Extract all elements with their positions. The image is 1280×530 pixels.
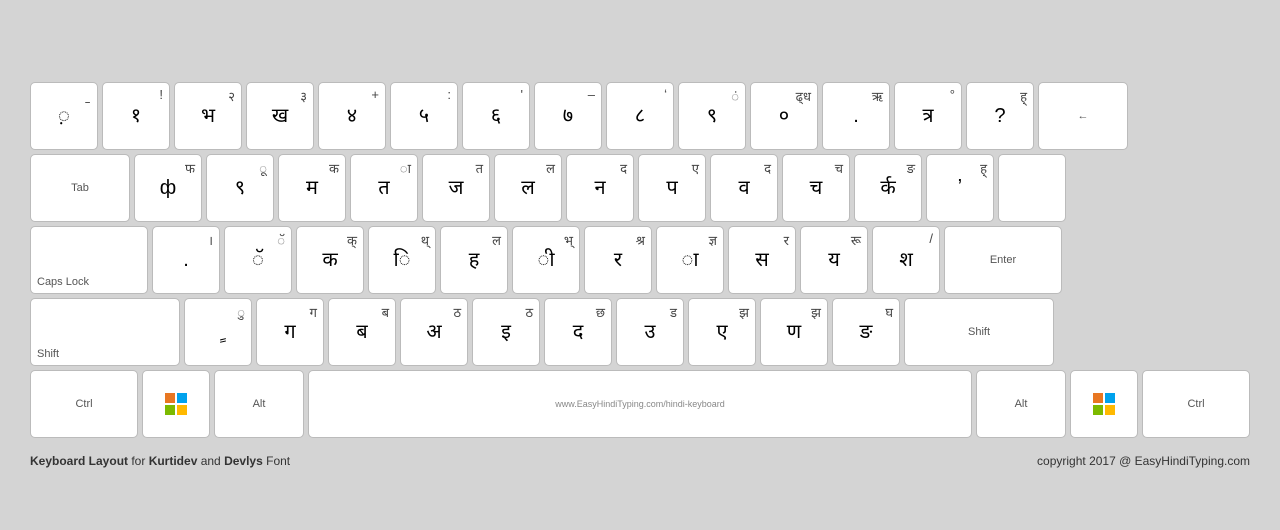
key-comma[interactable]: झ ए — [688, 298, 756, 366]
key-s[interactable]: ॅ ॅ — [224, 226, 292, 294]
key-backtick[interactable]: ॒ ़ — [30, 82, 98, 150]
footer-bold-text: Keyboard Layout — [30, 454, 128, 468]
key-2[interactable]: २ भ — [174, 82, 242, 150]
key-bracket-r[interactable]: ह् ʼ — [926, 154, 994, 222]
key-space[interactable]: www.EasyHindiTyping.com/hindi-keyboard — [308, 370, 972, 438]
key-f[interactable]: थ् ि — [368, 226, 436, 294]
key-equals[interactable]: ° त्र — [894, 82, 962, 150]
key-k[interactable]: ज्ञ ा — [656, 226, 724, 294]
key-a[interactable]: । . — [152, 226, 220, 294]
key-ctrl-left[interactable]: Ctrl — [30, 370, 138, 438]
key-5[interactable]: : ५ — [390, 82, 458, 150]
key-quote[interactable]: / श — [872, 226, 940, 294]
footer: Keyboard Layout for Kurtidev and Devlys … — [0, 452, 1280, 468]
key-t[interactable]: त ज — [422, 154, 490, 222]
key-n[interactable]: छ द — [544, 298, 612, 366]
key-i[interactable]: ए प — [638, 154, 706, 222]
key-m[interactable]: ड उ — [616, 298, 684, 366]
key-u[interactable]: द न — [566, 154, 634, 222]
key-d[interactable]: क् क — [296, 226, 364, 294]
key-3[interactable]: ३ ख — [246, 82, 314, 150]
row-bottom: Ctrl Alt www.EasyHindiTyping.com/hindi-k… — [30, 370, 1250, 438]
key-l[interactable]: र स — [728, 226, 796, 294]
key-4[interactable]: + ४ — [318, 82, 386, 150]
row-shift: Shift ु ٍ ग ग ब ब ठ अ ठ इ छ द ड उ — [30, 298, 1250, 366]
key-0[interactable]: ढ्ध ० — [750, 82, 818, 150]
key-v[interactable]: ठ अ — [400, 298, 468, 366]
key-win-left[interactable] — [142, 370, 210, 438]
key-slash[interactable]: घ ङ — [832, 298, 900, 366]
space-label: www.EasyHindiTyping.com/hindi-keyboard — [555, 399, 725, 409]
key-minus[interactable]: ऋ . — [822, 82, 890, 150]
key-p[interactable]: च च — [782, 154, 850, 222]
key-q[interactable]: फ ф — [134, 154, 202, 222]
key-8[interactable]: ʻ ८ — [606, 82, 674, 150]
footer-kurtidev: Kurtidev — [149, 454, 198, 468]
key-o[interactable]: द व — [710, 154, 778, 222]
key-c[interactable]: ब ब — [328, 298, 396, 366]
key-e[interactable]: क म — [278, 154, 346, 222]
footer-devlys: Devlys — [224, 454, 263, 468]
row-qwerty: Tab फ ф ू ९ क म ा त त ज ल ल द न — [30, 154, 1250, 222]
key-shift-right[interactable]: Shift — [904, 298, 1054, 366]
key-bracket-l[interactable]: ङ र्क — [854, 154, 922, 222]
key-semicolon[interactable]: रू य — [800, 226, 868, 294]
row-number: ॒ ़ ! १ २ भ ३ ख + ४ : ५ ' ६ – ७ — [30, 82, 1250, 150]
key-alt-right[interactable]: Alt — [976, 370, 1066, 438]
key-j[interactable]: श्र र — [584, 226, 652, 294]
key-ctrl-right[interactable]: Ctrl — [1142, 370, 1250, 438]
key-x[interactable]: ग ग — [256, 298, 324, 366]
key-7[interactable]: – ७ — [534, 82, 602, 150]
key-w[interactable]: ू ९ — [206, 154, 274, 222]
row-asdf: Caps Lock । . ॅ ॅ क् क थ् ि ल ह भ् ी श्र… — [30, 226, 1250, 294]
key-6[interactable]: ' ६ — [462, 82, 530, 150]
key-9[interactable]: ं ९ — [678, 82, 746, 150]
windows-icon-right — [1093, 393, 1115, 415]
keyboard-wrapper: ॒ ़ ! १ २ भ ३ ख + ४ : ५ ' ६ – ७ — [0, 62, 1280, 452]
key-backslash[interactable] — [998, 154, 1066, 222]
footer-left: Keyboard Layout for Kurtidev and Devlys … — [30, 454, 290, 468]
key-b[interactable]: ठ इ — [472, 298, 540, 366]
key-alt-left[interactable]: Alt — [214, 370, 304, 438]
key-tab[interactable]: Tab — [30, 154, 130, 222]
key-caps-lock[interactable]: Caps Lock — [30, 226, 148, 294]
key-pipe[interactable]: ह् ? — [966, 82, 1034, 150]
key-enter[interactable]: Enter — [944, 226, 1062, 294]
key-1[interactable]: ! १ — [102, 82, 170, 150]
key-y[interactable]: ल ल — [494, 154, 562, 222]
windows-icon-left — [165, 393, 187, 415]
key-g[interactable]: ल ह — [440, 226, 508, 294]
key-period[interactable]: झ ण — [760, 298, 828, 366]
key-z[interactable]: ु ٍ — [184, 298, 252, 366]
key-shift-left[interactable]: Shift — [30, 298, 180, 366]
key-r[interactable]: ा त — [350, 154, 418, 222]
key-h[interactable]: भ् ी — [512, 226, 580, 294]
key-backspace[interactable]: ← — [1038, 82, 1128, 150]
footer-right: copyright 2017 @ EasyHindiTyping.com — [1037, 454, 1250, 468]
key-win-right[interactable] — [1070, 370, 1138, 438]
